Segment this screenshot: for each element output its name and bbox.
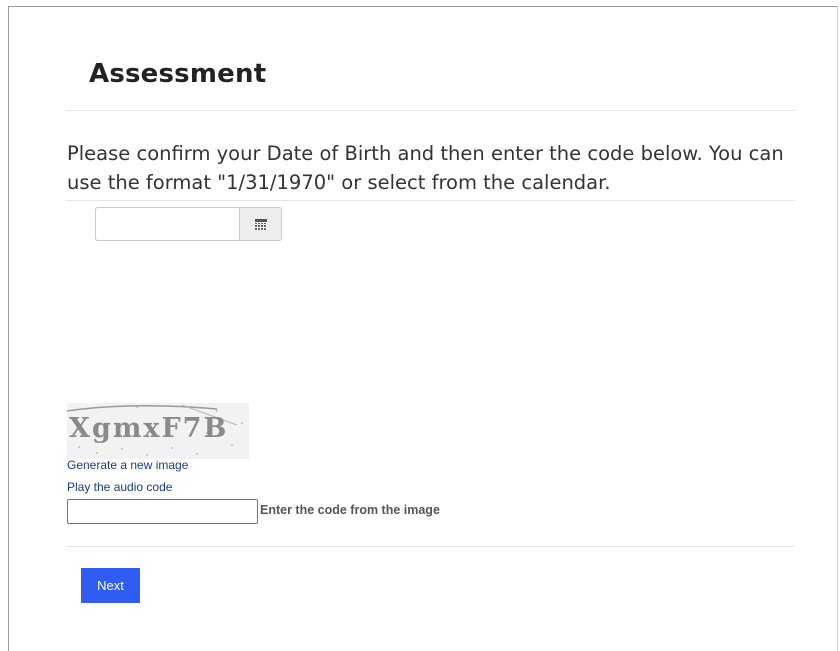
calendar-button[interactable] (239, 207, 282, 241)
captcha-code-label: Enter the code from the image (260, 503, 440, 517)
next-button[interactable]: Next (81, 568, 140, 603)
calendar-icon (254, 218, 267, 230)
title-divider (66, 110, 795, 111)
play-audio-code-link[interactable]: Play the audio code (67, 480, 172, 494)
page-title: Assessment (89, 59, 267, 89)
footer-divider (66, 546, 795, 547)
date-of-birth-input[interactable] (95, 207, 239, 241)
instructions-divider (66, 200, 795, 201)
instructions-text: Please confirm your Date of Birth and th… (67, 142, 784, 194)
generate-new-image-link[interactable]: Generate a new image (67, 458, 188, 472)
date-of-birth-picker (95, 207, 282, 241)
page-frame (8, 6, 838, 651)
captcha-text: XgmxF7B (69, 413, 228, 444)
captcha-image: XgmxF7B (67, 403, 249, 459)
captcha-code-input[interactable] (67, 499, 258, 524)
